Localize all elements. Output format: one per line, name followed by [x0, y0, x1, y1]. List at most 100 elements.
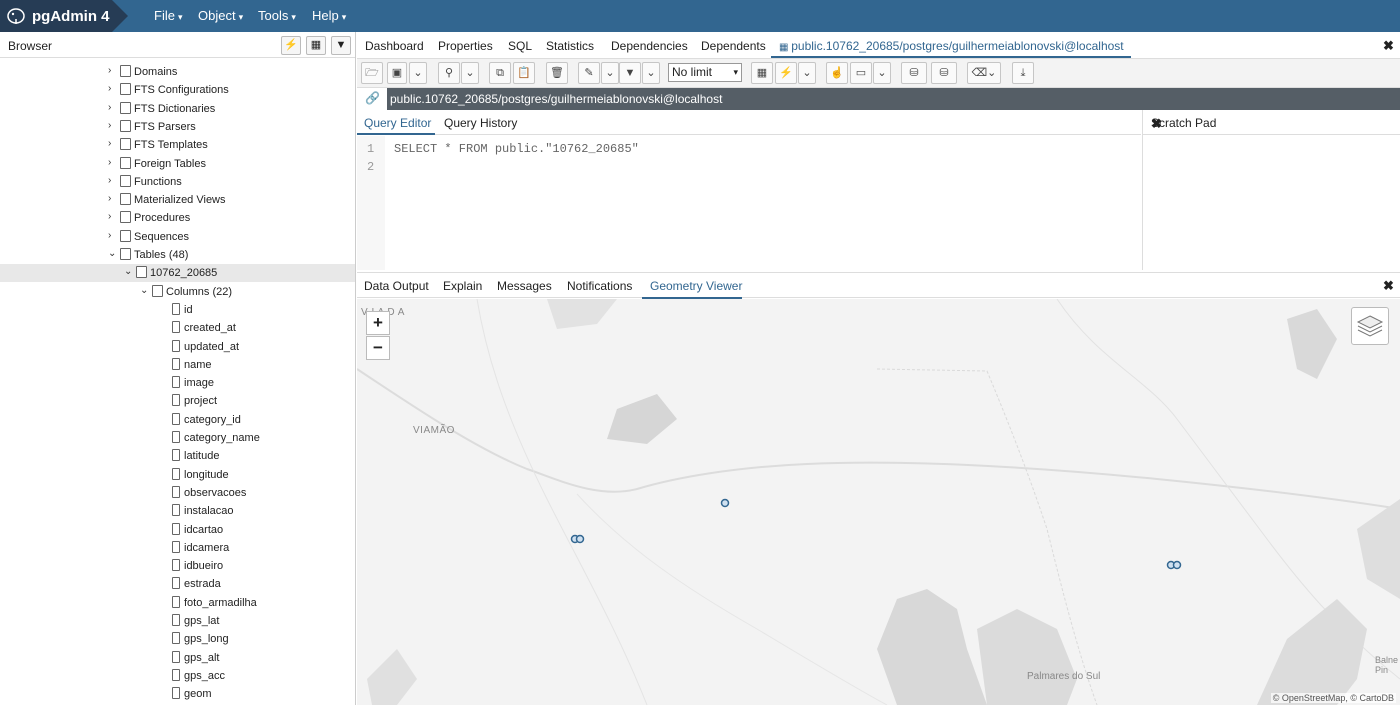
sql-editor[interactable]: 1 SELECT * FROM public."10762_20685" 2	[357, 136, 1141, 270]
column-item[interactable]: estrada	[0, 575, 355, 593]
chevron-right-icon[interactable]: ›	[108, 65, 111, 76]
column-item[interactable]: category_id	[0, 411, 355, 429]
query-tool-button[interactable]: ⚡	[281, 36, 301, 55]
tab-dashboard[interactable]: Dashboard	[365, 39, 424, 53]
row-limit-select[interactable]: No limit ▾	[668, 63, 742, 82]
tab-dependencies[interactable]: Dependencies	[611, 39, 688, 53]
link-icon[interactable]: 🔗	[365, 91, 380, 105]
explain-dropdown-button[interactable]: ⌄	[873, 62, 891, 84]
save-dropdown-button[interactable]: ⌄	[409, 62, 427, 84]
column-item[interactable]: gps_alt	[0, 649, 355, 667]
chevron-right-icon[interactable]: ›	[108, 138, 111, 149]
menu-tools[interactable]: Tools ▾	[258, 8, 296, 23]
execute-dropdown-button[interactable]: ⌄	[798, 62, 816, 84]
explain-button[interactable]: ☝	[826, 62, 848, 84]
filter-button[interactable]: ▼	[331, 36, 351, 55]
column-item[interactable]: created_at	[0, 319, 355, 337]
column-item[interactable]: foto_armadilha	[0, 594, 355, 612]
column-item[interactable]: image	[0, 374, 355, 392]
tab-geometry-viewer[interactable]: Geometry Viewer	[650, 279, 742, 293]
tree-item[interactable]: ⌄ Tables (48)	[0, 246, 355, 264]
connection-label[interactable]: public.10762_20685/postgres/guilhermeiab…	[387, 88, 1400, 110]
chevron-right-icon[interactable]: ›	[108, 157, 111, 168]
download-button[interactable]: ⤓	[1012, 62, 1034, 84]
edit-button[interactable]: ✎	[578, 62, 600, 84]
chevron-right-icon[interactable]: ›	[108, 83, 111, 94]
chevron-right-icon[interactable]: ›	[108, 193, 111, 204]
column-item[interactable]: name	[0, 356, 355, 374]
rollback-button[interactable]: ⛁	[931, 62, 957, 84]
tree-item[interactable]: › Sequences	[0, 228, 355, 246]
save-button[interactable]: ▣	[387, 62, 407, 84]
tree-item[interactable]: › FTS Parsers	[0, 118, 355, 136]
tab-dependents[interactable]: Dependents	[701, 39, 766, 53]
copy-button[interactable]: ⧉	[489, 62, 511, 84]
tab-explain[interactable]: Explain	[443, 279, 482, 293]
column-item[interactable]: updated_at	[0, 338, 355, 356]
tree-item[interactable]: › Foreign Tables	[0, 155, 355, 173]
geometry-map[interactable]: V I A D A VIAMÃO Palmares do Sul Balne P…	[357, 299, 1400, 705]
close-icon[interactable]: ✖	[1151, 116, 1392, 132]
chevron-right-icon[interactable]: ›	[108, 211, 111, 222]
menu-object[interactable]: Object ▾	[198, 8, 243, 23]
menu-file[interactable]: File ▾	[154, 8, 182, 23]
tab-notifications[interactable]: Notifications	[567, 279, 632, 293]
find-dropdown-button[interactable]: ⌄	[461, 62, 479, 84]
chevron-right-icon[interactable]: ›	[108, 230, 111, 241]
tree-item[interactable]: › FTS Configurations	[0, 81, 355, 99]
stop-button[interactable]: ▦	[751, 62, 773, 84]
chevron-down-icon[interactable]: ⌄	[124, 266, 132, 277]
tab-properties[interactable]: Properties	[438, 39, 493, 53]
column-item[interactable]: gps_lat	[0, 612, 355, 630]
tab-sql[interactable]: SQL	[508, 39, 532, 53]
menu-help[interactable]: Help ▾	[312, 8, 346, 23]
column-item[interactable]: category_name	[0, 429, 355, 447]
tree-item[interactable]: › Procedures	[0, 209, 355, 227]
tab-statistics[interactable]: Statistics	[546, 39, 594, 53]
map-attribution[interactable]: © OpenStreetMap, © CartoDB	[1270, 693, 1396, 703]
column-item[interactable]: longitude	[0, 466, 355, 484]
chevron-down-icon[interactable]: ⌄	[140, 285, 148, 296]
commit-button[interactable]: ⛁	[901, 62, 927, 84]
column-item[interactable]: observacoes	[0, 484, 355, 502]
column-item[interactable]: geom	[0, 685, 355, 703]
tree-item[interactable]: › FTS Templates	[0, 136, 355, 154]
zoom-in-button[interactable]: +	[366, 311, 390, 335]
filter-rows-button[interactable]: ▼	[619, 62, 641, 84]
column-item[interactable]: project	[0, 392, 355, 410]
layers-button[interactable]	[1351, 307, 1389, 345]
column-item[interactable]: latitude	[0, 447, 355, 465]
chevron-right-icon[interactable]: ›	[108, 102, 111, 113]
column-item[interactable]: gps_long	[0, 630, 355, 648]
tree-item[interactable]: › Materialized Views	[0, 191, 355, 209]
edit-dropdown-button[interactable]: ⌄	[601, 62, 619, 84]
tree-item[interactable]: › Domains	[0, 63, 355, 81]
zoom-out-button[interactable]: −	[366, 336, 390, 360]
chevron-right-icon[interactable]: ›	[108, 175, 111, 186]
chevron-down-icon[interactable]: ⌄	[108, 248, 116, 259]
tree-item[interactable]: › FTS Dictionaries	[0, 100, 355, 118]
explain-analyze-button[interactable]: ▭	[850, 62, 872, 84]
tab-query-history[interactable]: Query History	[444, 116, 517, 130]
execute-button[interactable]: ⚡	[775, 62, 797, 84]
delete-button[interactable]: 🗑	[546, 62, 568, 84]
code-line[interactable]: SELECT * FROM public."10762_20685"	[394, 142, 639, 156]
tree-item[interactable]: › Functions	[0, 173, 355, 191]
filter-dropdown-button[interactable]: ⌄	[642, 62, 660, 84]
close-icon[interactable]: ✖	[1383, 38, 1394, 54]
tab-query-tool[interactable]: ▦ public.10762_20685/postgres/guilhermei…	[779, 39, 1124, 53]
column-item[interactable]: idcartao	[0, 521, 355, 539]
tab-data-output[interactable]: Data Output	[364, 279, 429, 293]
clear-button[interactable]: ⌫⌄	[967, 62, 1001, 84]
column-item[interactable]: instalacao	[0, 502, 355, 520]
open-file-button[interactable]: 🗁	[361, 62, 383, 84]
chevron-right-icon[interactable]: ›	[108, 120, 111, 131]
column-item[interactable]: idcamera	[0, 539, 355, 557]
tree-item[interactable]: ⌄ Columns (22)	[0, 283, 355, 301]
tab-query-editor[interactable]: Query Editor	[364, 116, 431, 130]
column-item[interactable]: idbueiro	[0, 557, 355, 575]
view-data-button[interactable]: ▦	[306, 36, 326, 55]
column-item[interactable]: gps_acc	[0, 667, 355, 685]
paste-button[interactable]: 📋	[513, 62, 535, 84]
tab-messages[interactable]: Messages	[497, 279, 552, 293]
